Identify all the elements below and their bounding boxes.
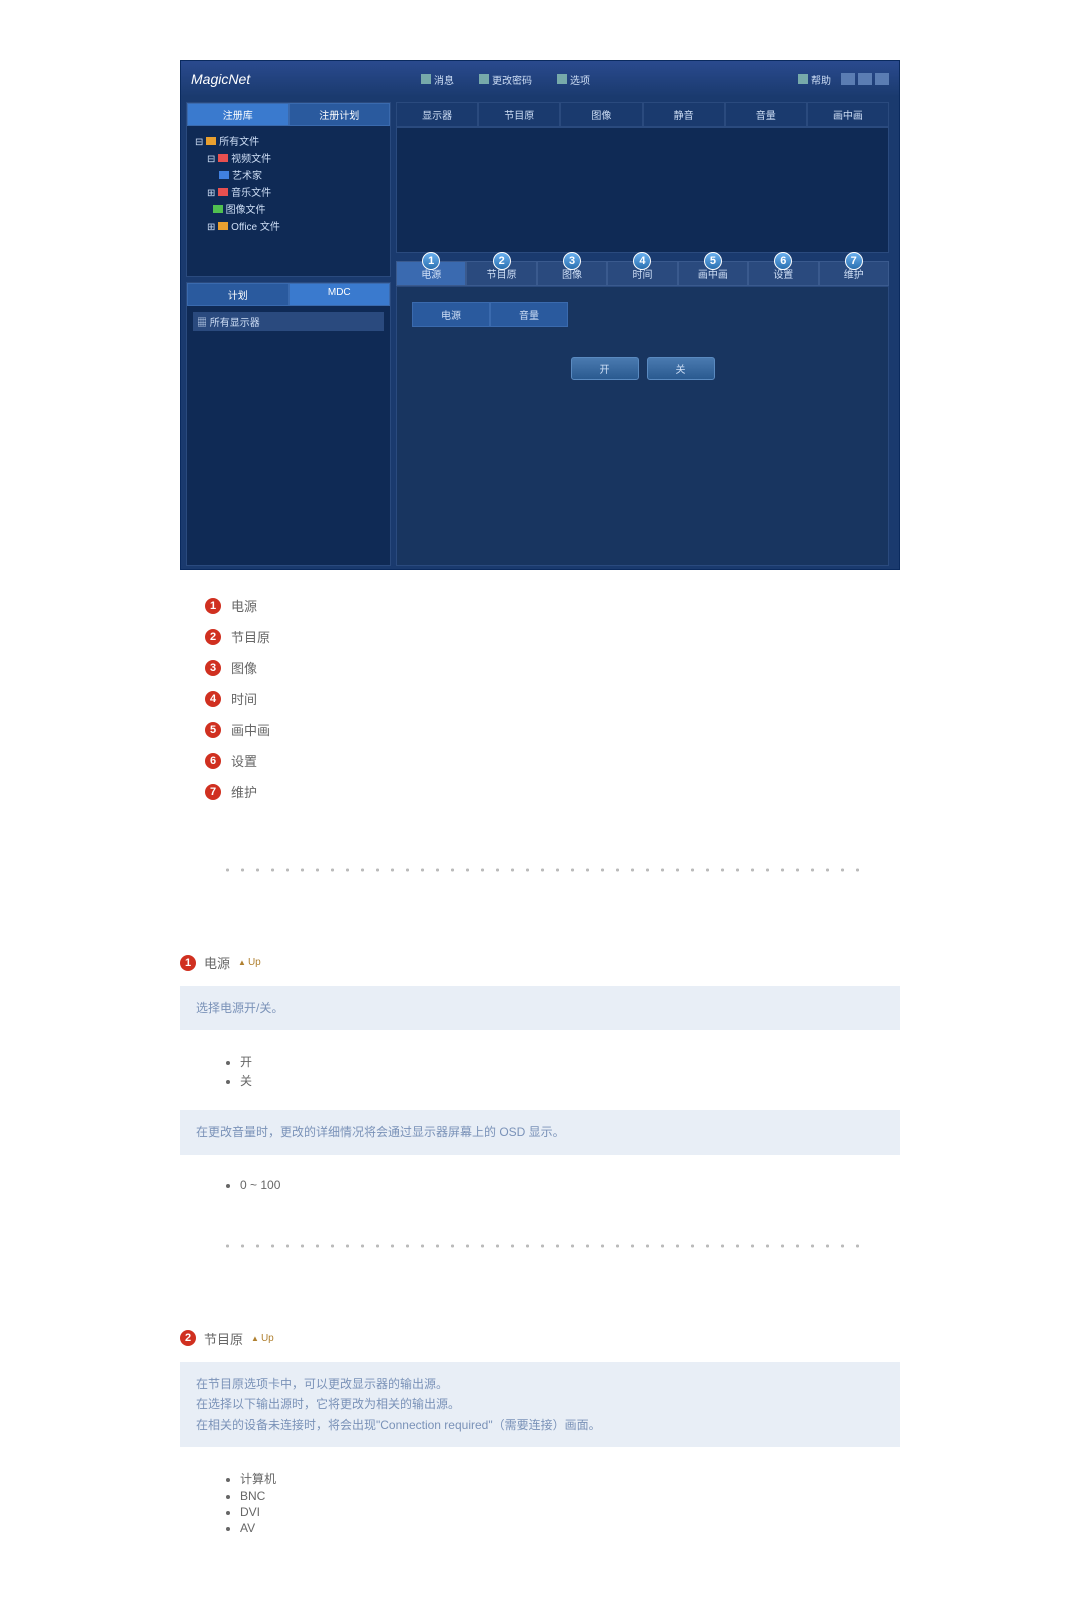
ss-header: MagicNet 消息 更改密码 选项 帮助: [181, 61, 899, 97]
info-box-volume-osd: 在更改音量时，更改的详细情况将会通过显示器屏幕上的 OSD 显示。: [180, 1110, 900, 1154]
tree-music[interactable]: ⊞ 音乐文件: [195, 183, 382, 200]
col-monitor: 显示器: [396, 102, 478, 127]
toggle-on[interactable]: 开: [571, 357, 639, 380]
up-link[interactable]: Up: [251, 1333, 274, 1344]
badge-5-icon: 5: [704, 252, 722, 270]
num-badge-4-icon: 4: [205, 691, 221, 707]
num-badge-2-icon: 2: [180, 1330, 196, 1346]
bullet-range: 0 ~ 100: [240, 1177, 900, 1193]
info-line: 在节目原选项卡中，可以更改显示器的输出源。: [196, 1374, 884, 1394]
ss-window-controls[interactable]: [841, 73, 889, 85]
nav-time[interactable]: 4时间: [607, 261, 677, 286]
tree-artist[interactable]: 艺术家: [195, 166, 382, 183]
legend-item: 2节目原: [205, 621, 900, 652]
section-title: 节目原: [204, 1329, 243, 1348]
ss-tab-schedule[interactable]: 注册计划: [289, 103, 391, 126]
ss-content-panel: 电源 音量 开 关: [396, 286, 889, 566]
legend-item: 1电源: [205, 590, 900, 621]
num-badge-1-icon: 1: [205, 598, 221, 614]
legend-item: 7维护: [205, 776, 900, 807]
ss-grid-area: [396, 127, 889, 253]
badge-1-icon: 1: [422, 252, 440, 270]
nav-source[interactable]: 2节目原: [466, 261, 536, 286]
num-badge-6-icon: 6: [205, 753, 221, 769]
badge-7-icon: 7: [845, 252, 863, 270]
ss-tab-library[interactable]: 注册库: [187, 103, 289, 126]
ss-file-tree: ⊟ 所有文件 ⊟ 视频文件 艺术家 ⊞ 音乐文件 图像文件 ⊞ Office 文…: [187, 126, 390, 276]
col-image: 图像: [560, 102, 642, 127]
bullet-computer: 计算机: [240, 1469, 900, 1488]
num-badge-1-icon: 1: [180, 955, 196, 971]
col-mute: 静音: [643, 102, 725, 127]
badge-6-icon: 6: [774, 252, 792, 270]
bullets-source: 计算机 BNC DVI AV: [180, 1461, 900, 1556]
col-source: 节目原: [478, 102, 560, 127]
bullet-on: 开: [240, 1052, 900, 1071]
ss-left-panel-library: 注册库 注册计划 ⊟ 所有文件 ⊟ 视频文件 艺术家 ⊞ 音乐文件 图像文件 ⊞…: [186, 102, 391, 277]
badge-3-icon: 3: [563, 252, 581, 270]
num-badge-7-icon: 7: [205, 784, 221, 800]
separator-icon: [220, 1243, 860, 1249]
info-box-source: 在节目原选项卡中，可以更改显示器的输出源。 在选择以下输出源时，它将更改为相关的…: [180, 1362, 900, 1447]
num-badge-5-icon: 5: [205, 722, 221, 738]
badge-2-icon: 2: [493, 252, 511, 270]
nav-image[interactable]: 3图像: [537, 261, 607, 286]
legend-item: 5画中画: [205, 714, 900, 745]
bullets-power: 开 关: [180, 1044, 900, 1110]
legend-item: 3图像: [205, 652, 900, 683]
toggle-off[interactable]: 关: [647, 357, 715, 380]
ss-hbtn-message[interactable]: 消息: [421, 72, 454, 87]
bullets-volume: 0 ~ 100: [180, 1169, 900, 1213]
ss-hbtn-help[interactable]: 帮助: [798, 72, 831, 87]
num-badge-3-icon: 3: [205, 660, 221, 676]
nav-settings[interactable]: 6设置: [748, 261, 818, 286]
col-volume: 音量: [725, 102, 807, 127]
ss-hbtn-options[interactable]: 选项: [557, 72, 590, 87]
tree-office[interactable]: ⊞ Office 文件: [195, 217, 382, 234]
section-power-head: 1 电源 Up: [180, 953, 900, 972]
badge-4-icon: 4: [633, 252, 651, 270]
ss-column-headers: 显示器 节目原 图像 静音 音量 画中画: [396, 102, 889, 127]
ss-logo: MagicNet: [191, 71, 391, 87]
ss-tab-mdc[interactable]: MDC: [289, 283, 391, 306]
legend-item: 6设置: [205, 745, 900, 776]
separator-icon: [220, 867, 860, 873]
ss-nav-tabs: 1电源 2节目原 3图像 4时间 5画中画 6设置 7维护: [396, 261, 889, 286]
info-line: 在相关的设备未连接时，将会出现"Connection required"（需要连…: [196, 1415, 884, 1435]
tree-video[interactable]: ⊟ 视频文件: [195, 149, 382, 166]
sub-tab-volume[interactable]: 音量: [490, 302, 568, 327]
info-box-power-select: 选择电源开/关。: [180, 986, 900, 1030]
bullet-dvi: DVI: [240, 1504, 900, 1520]
bullet-av: AV: [240, 1520, 900, 1536]
nav-pip[interactable]: 5画中画: [678, 261, 748, 286]
nav-power[interactable]: 1电源: [396, 261, 466, 286]
tree-image[interactable]: 图像文件: [195, 200, 382, 217]
up-link[interactable]: Up: [238, 957, 261, 968]
app-screenshot: MagicNet 消息 更改密码 选项 帮助 注册库 注册计划 ⊟ 所有: [180, 60, 900, 570]
sub-tab-power[interactable]: 电源: [412, 302, 490, 327]
tree-all[interactable]: ⊟ 所有文件: [195, 132, 382, 149]
section-title: 电源: [204, 953, 230, 972]
num-badge-2-icon: 2: [205, 629, 221, 645]
info-line: 在选择以下输出源时，它将更改为相关的输出源。: [196, 1394, 884, 1414]
ss-hbtn-password[interactable]: 更改密码: [479, 72, 532, 87]
ss-left-panel-mdc: 计划 MDC ▦ 所有显示器: [186, 282, 391, 566]
col-pip: 画中画: [807, 102, 889, 127]
nav-maintain[interactable]: 7维护: [819, 261, 889, 286]
section-source-head: 2 节目原 Up: [180, 1329, 900, 1348]
bullet-bnc: BNC: [240, 1488, 900, 1504]
bullet-off: 关: [240, 1071, 900, 1090]
ss-tab-plan[interactable]: 计划: [187, 283, 289, 306]
legend-item: 4时间: [205, 683, 900, 714]
ss-monitor-all[interactable]: ▦ 所有显示器: [193, 312, 384, 331]
legend-list: 1电源 2节目原 3图像 4时间 5画中画 6设置 7维护: [205, 590, 900, 807]
